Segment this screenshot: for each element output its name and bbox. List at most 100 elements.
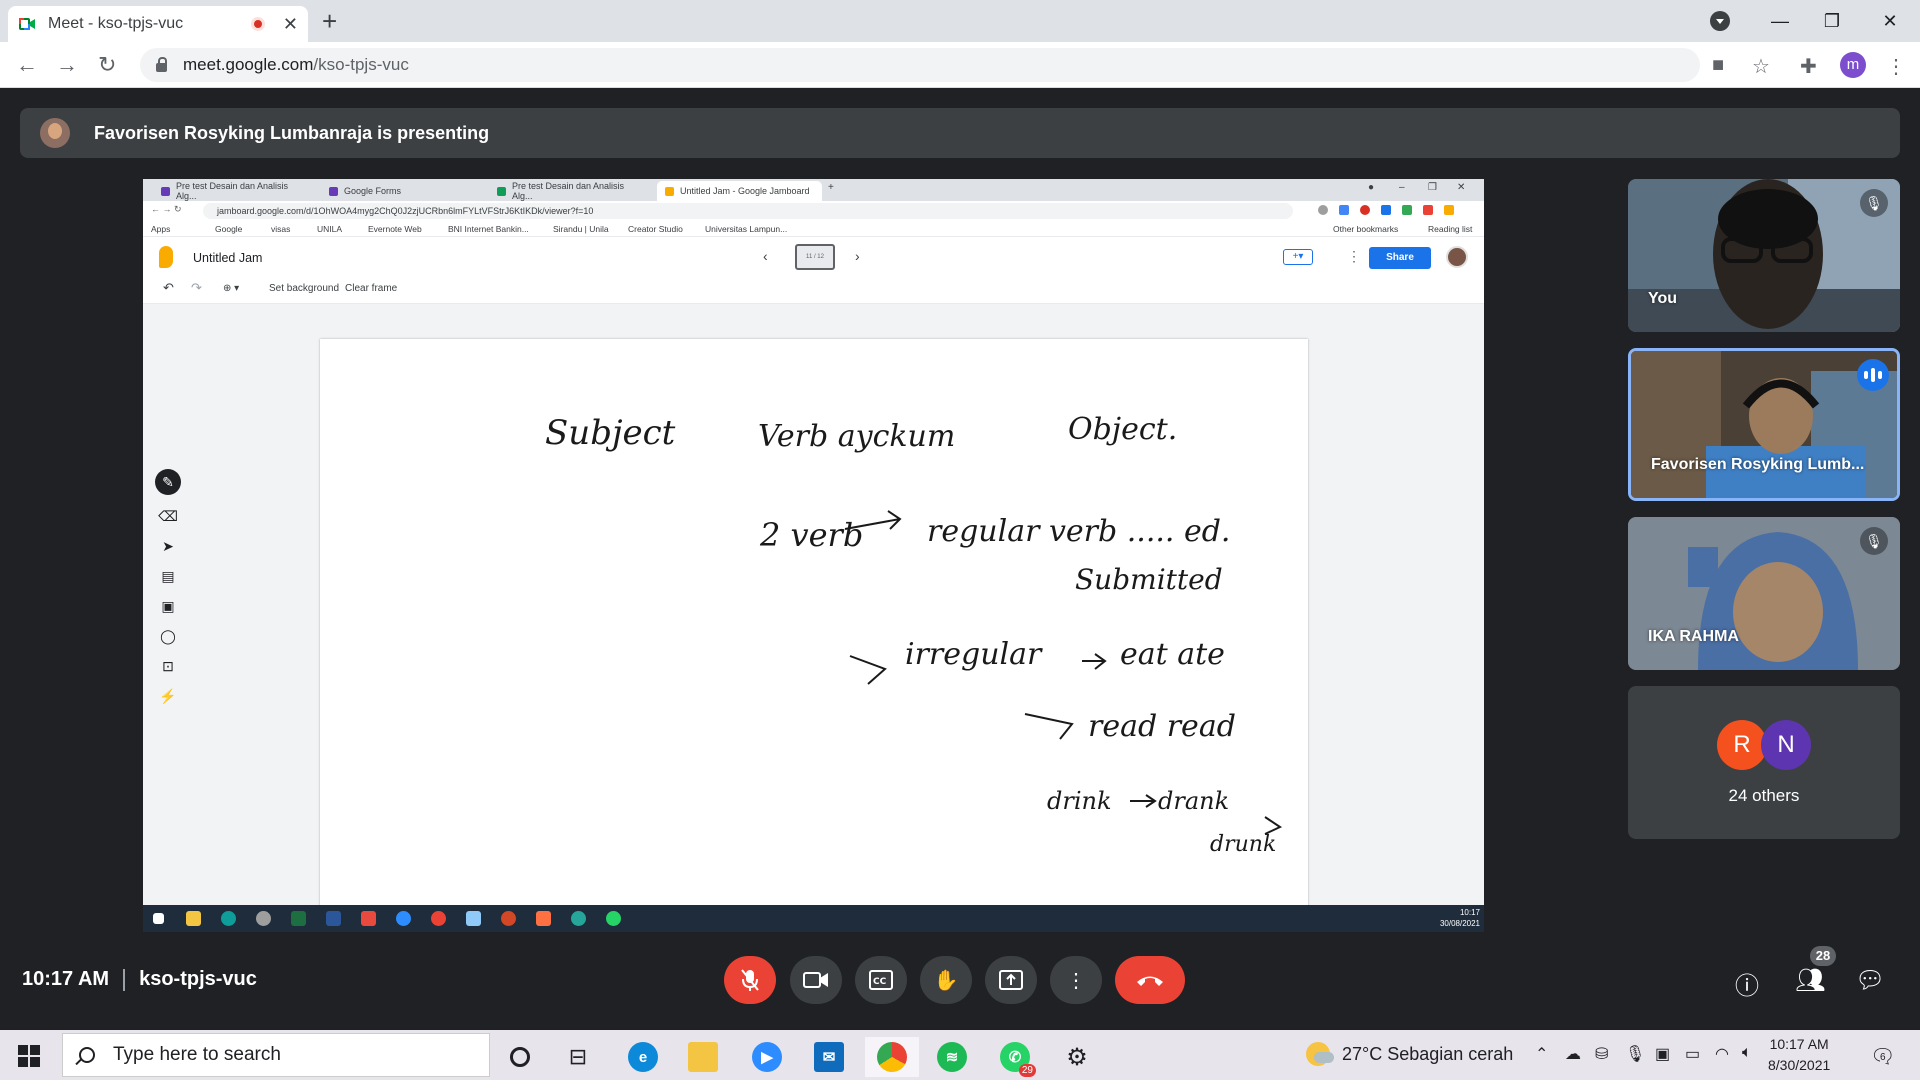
chat-icon[interactable]: 💬︎: [1855, 966, 1885, 995]
handwriting-text: Subject: [545, 413, 676, 453]
pen-tool-icon: ✎: [155, 469, 181, 495]
shared-excel-icon: [291, 911, 306, 926]
chrome-app[interactable]: [865, 1037, 919, 1077]
shared-tab-1: Pre test Desain dan Analisis Alg...: [153, 181, 318, 201]
more-options-button[interactable]: ⋮: [1050, 956, 1102, 1004]
search-placeholder: Type here to search: [113, 1044, 281, 1065]
shared-word-icon: [326, 911, 341, 926]
taskbar-search-box[interactable]: Type here to search: [62, 1033, 490, 1077]
shared-close-icon: ✕: [1457, 182, 1466, 193]
search-icon: [79, 1047, 95, 1063]
participant-name: You: [1648, 290, 1678, 307]
participant-avatar: N: [1761, 719, 1811, 770]
tray-app-icon[interactable]: ▣: [1655, 1044, 1670, 1064]
shared-edge-icon: [221, 911, 236, 926]
arrow-stroke: [849, 655, 887, 685]
people-icon[interactable]: 👥︎: [1795, 966, 1825, 995]
system-clock[interactable]: 10:17 AM 8/30/2021: [1768, 1034, 1830, 1076]
back-button[interactable]: ←: [16, 52, 38, 78]
minimize-button[interactable]: —: [1750, 0, 1810, 42]
zoom-icon: ⊕ ▾: [223, 283, 240, 294]
close-tab-icon[interactable]: ✕: [283, 14, 298, 35]
leave-call-button[interactable]: [1115, 956, 1185, 1004]
tray-app-icon[interactable]: ⛁: [1595, 1044, 1608, 1064]
end-call-icon: [1137, 976, 1163, 986]
new-tab-button[interactable]: +: [322, 6, 337, 37]
bookmark-star-icon[interactable]: ☆: [1752, 54, 1770, 79]
eraser-tool-icon: ⌫: [158, 507, 178, 524]
closed-captions-icon: CC: [869, 970, 893, 990]
shared-tab-2: Google Forms: [321, 181, 486, 201]
sticky-note-tool-icon: ▤: [161, 567, 175, 584]
tab-search-icon[interactable]: [1710, 11, 1730, 31]
raise-hand-button[interactable]: ✋: [920, 956, 972, 1004]
muted-mic-icon: 🎙︎: [1860, 527, 1888, 555]
bookmark-item: Universitas Lampun...: [705, 224, 788, 234]
task-view-button[interactable]: ⊟: [551, 1037, 605, 1077]
tray-overflow-icon[interactable]: ⌃: [1535, 1044, 1548, 1064]
others-tile[interactable]: R N 24 others: [1628, 686, 1900, 839]
whatsapp-app[interactable]: ✆ 29: [988, 1037, 1042, 1077]
previous-frame-icon: ‹: [763, 248, 768, 264]
file-explorer-app[interactable]: [676, 1037, 730, 1077]
handwriting-text: drank: [1158, 787, 1229, 815]
image-tool-icon: ▣: [161, 597, 175, 614]
mail-app[interactable]: ✉: [802, 1037, 856, 1077]
undo-icon: ↶: [163, 280, 174, 295]
wifi-icon[interactable]: ◠: [1715, 1044, 1729, 1064]
select-tool-icon: ➤: [162, 537, 174, 554]
browser-menu-icon[interactable]: ⋮: [1886, 54, 1906, 79]
participant-tile-you[interactable]: 🎙︎ You: [1628, 179, 1900, 332]
shared-start-icon: [153, 913, 164, 924]
clear-frame-button: Clear frame: [345, 283, 398, 294]
zoom-app[interactable]: ▶: [740, 1037, 794, 1077]
edge-app[interactable]: e: [616, 1037, 670, 1077]
profile-avatar[interactable]: m: [1840, 52, 1866, 78]
volume-icon[interactable]: 🔈︎: [1742, 1044, 1752, 1062]
spotify-app[interactable]: ≋: [925, 1037, 979, 1077]
settings-app[interactable]: ⚙: [1050, 1037, 1104, 1077]
shared-app-icon: [536, 911, 551, 926]
battery-icon[interactable]: ▭: [1685, 1044, 1700, 1064]
mic-off-icon: [741, 969, 759, 991]
weather-widget[interactable]: 27°C Sebagian cerah: [1306, 1042, 1513, 1066]
camera-button[interactable]: [790, 956, 842, 1004]
cortana-button[interactable]: [493, 1037, 547, 1077]
camera-in-use-icon[interactable]: ■: [1712, 54, 1724, 77]
participant-tile-ika[interactable]: 🎙︎ IKA RAHMA: [1628, 517, 1900, 670]
browser-tab-meet[interactable]: Meet - kso-tpjs-vuc ✕: [8, 6, 308, 42]
shared-whatsapp-icon: [606, 911, 621, 926]
captions-button[interactable]: CC: [855, 956, 907, 1004]
windows-start-button[interactable]: [18, 1045, 40, 1067]
reload-button[interactable]: ↻: [98, 52, 116, 78]
forward-button[interactable]: →: [56, 52, 78, 78]
address-bar[interactable]: meet.google.com/kso-tpjs-vuc: [140, 48, 1700, 82]
bookmark-item: Creator Studio: [628, 224, 683, 234]
close-window-button[interactable]: ✕: [1860, 0, 1920, 42]
shape-tool-icon: ◯: [160, 627, 176, 644]
shared-windows-taskbar: 10:17 30/08/2021: [143, 905, 1484, 932]
shared-app-icon: [361, 911, 376, 926]
shared-new-tab-icon: +: [828, 182, 834, 193]
notification-center-icon[interactable]: 🗨︎6: [1870, 1044, 1895, 1069]
jamboard-header: Untitled Jam ‹ 11 / 12 › +▾ ⋮ Share: [143, 238, 1484, 276]
extensions-icon[interactable]: ✚: [1800, 54, 1817, 79]
meeting-details-icon[interactable]: ⓘ: [1735, 966, 1759, 1001]
cloud-icon[interactable]: ☁: [1565, 1044, 1581, 1064]
shared-taskbar-clock: 10:17 30/08/2021: [1439, 908, 1480, 928]
jam-share-button: Share: [1369, 247, 1431, 269]
bookmark-item: Sirandu | Unila: [553, 224, 609, 234]
redo-icon: ↷: [191, 280, 202, 295]
participant-name: Favorisen Rosyking Lumb...: [1651, 456, 1865, 473]
restore-button[interactable]: ❐: [1802, 0, 1862, 42]
participant-tile-presenter[interactable]: Favorisen Rosyking Lumb...: [1628, 348, 1900, 501]
participant-name: IKA RAHMA: [1648, 628, 1739, 645]
handwriting-text: drink: [1047, 787, 1112, 815]
microphone-tray-icon[interactable]: 🎙︎: [1625, 1044, 1645, 1064]
shared-extension-icon: [1339, 205, 1349, 215]
present-now-button[interactable]: [985, 956, 1037, 1004]
microphone-off-button[interactable]: [724, 956, 776, 1004]
jam-board: Subject Verb ayckum Object. 2 verb regul…: [320, 339, 1308, 932]
weather-icon: [1306, 1042, 1334, 1066]
bookmark-item: Google: [215, 224, 243, 234]
